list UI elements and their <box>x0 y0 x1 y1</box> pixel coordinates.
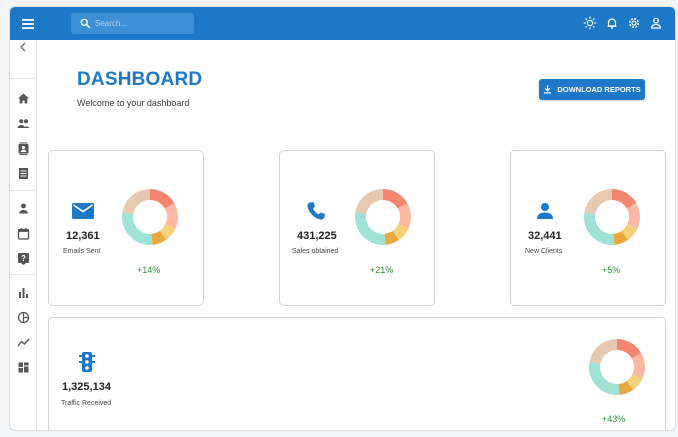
people-icon[interactable] <box>17 117 30 130</box>
stat-card-emails: 12,361 Emails Sent +14% <box>48 150 204 306</box>
top-bar <box>10 7 675 40</box>
home-icon[interactable] <box>17 92 30 105</box>
stat-label: Emails Sent <box>63 248 101 255</box>
search-input[interactable] <box>95 16 190 31</box>
stat-label: Sales obtained <box>292 248 339 255</box>
traffic-icon <box>79 352 95 372</box>
donut-segment <box>355 189 383 215</box>
contacts-icon[interactable] <box>17 142 30 155</box>
stat-value: 32,441 <box>528 230 562 242</box>
sidebar: ? <box>10 40 37 430</box>
download-reports-button[interactable]: DOWNLOAD REPORTS <box>539 79 645 100</box>
settings-icon[interactable] <box>627 16 641 30</box>
bar-chart-icon[interactable] <box>17 286 30 299</box>
notifications-icon[interactable] <box>605 16 619 30</box>
search-box[interactable] <box>71 13 194 34</box>
svg-text:?: ? <box>21 254 26 263</box>
donut-segment <box>584 212 615 245</box>
chevron-left-icon[interactable] <box>17 41 30 54</box>
pie-chart-icon[interactable] <box>17 311 30 324</box>
download-reports-label: DOWNLOAD REPORTS <box>557 85 641 94</box>
light-mode-icon[interactable] <box>583 16 597 30</box>
person-add-icon <box>537 203 553 219</box>
progress-donut <box>122 189 178 245</box>
stat-card-clients: 32,441 New Clients +5% <box>510 150 666 306</box>
donut-segment <box>122 212 153 245</box>
stat-change: +43% <box>602 414 626 424</box>
stat-change: +14% <box>137 265 161 275</box>
search-icon <box>80 18 91 29</box>
receipt-icon[interactable] <box>17 167 30 180</box>
page-title: DASHBOARD <box>77 69 203 90</box>
donut-segment <box>122 189 150 215</box>
stat-label: Traffic Received <box>61 400 112 407</box>
calendar-icon[interactable] <box>17 227 30 240</box>
help-icon[interactable]: ? <box>17 252 30 265</box>
menu-icon[interactable] <box>19 16 37 32</box>
progress-donut <box>589 339 645 395</box>
donut-segment <box>589 362 620 395</box>
stat-change: +5% <box>602 265 621 275</box>
donut-segment <box>589 339 617 365</box>
donut-segment <box>355 212 386 245</box>
stat-value: 1,325,134 <box>62 381 111 393</box>
stat-label: New Clients <box>525 248 563 255</box>
stat-change: +21% <box>370 265 394 275</box>
map-icon[interactable] <box>17 361 30 374</box>
person-icon[interactable] <box>649 16 663 30</box>
phone-icon <box>307 202 325 220</box>
donut-segment <box>584 189 612 215</box>
email-icon <box>72 203 94 219</box>
stat-value: 431,225 <box>297 230 337 242</box>
person-icon[interactable] <box>17 202 30 215</box>
timeline-icon[interactable] <box>17 336 30 349</box>
progress-donut <box>355 189 411 245</box>
stat-card-traffic: 1,325,134 Traffic Received +43% <box>48 317 666 430</box>
download-icon <box>544 85 552 94</box>
app-window: ? DASHBOARD Welcome to your dashboard DO… <box>9 6 676 431</box>
stat-card-sales: 431,225 Sales obtained +21% <box>279 150 435 306</box>
stat-value: 12,361 <box>66 230 100 242</box>
progress-donut <box>584 189 640 245</box>
page-subtitle: Welcome to your dashboard <box>77 98 190 108</box>
